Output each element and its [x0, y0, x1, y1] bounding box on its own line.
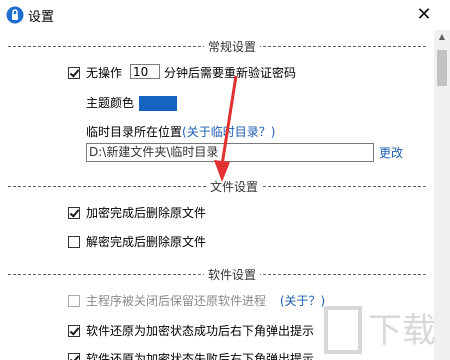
watermark-logo: 下载	[324, 306, 436, 354]
svg-text:下载: 下载	[368, 311, 436, 351]
